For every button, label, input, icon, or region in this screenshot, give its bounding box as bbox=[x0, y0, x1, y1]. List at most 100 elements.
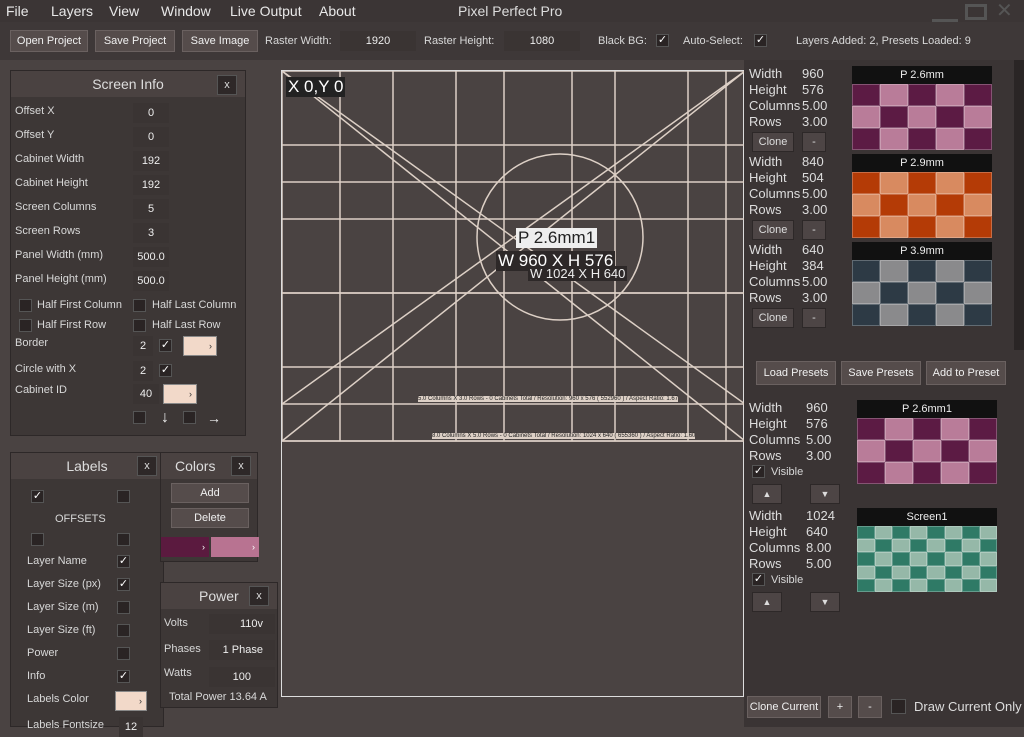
thumb-cell bbox=[880, 304, 908, 326]
menu-window[interactable]: Window bbox=[161, 3, 211, 19]
preset-height-value: 576 bbox=[802, 82, 824, 97]
minimize-icon[interactable] bbox=[932, 4, 958, 22]
layer-thumbnail[interactable]: P 2.6mm1 bbox=[857, 400, 997, 484]
label-option-checkbox[interactable] bbox=[117, 647, 130, 660]
menu-view[interactable]: View bbox=[109, 3, 139, 19]
menu-file[interactable]: File bbox=[6, 3, 29, 19]
preset-thumbnail[interactable]: P 3.9mm bbox=[852, 242, 992, 326]
border-color-swatch[interactable]: › bbox=[183, 336, 217, 356]
layer-up-button[interactable]: ▲ bbox=[752, 484, 782, 504]
preset-clone-button[interactable]: Clone bbox=[752, 308, 794, 328]
power-close-button[interactable]: x bbox=[249, 586, 269, 606]
auto-select-checkbox[interactable]: ✓ bbox=[754, 34, 767, 47]
field-input[interactable]: 0 bbox=[133, 127, 169, 147]
half-first-row-checkbox[interactable] bbox=[19, 319, 32, 332]
offset-bottom-right-checkbox[interactable] bbox=[117, 533, 130, 546]
layer-down-button[interactable]: ▼ bbox=[810, 484, 840, 504]
half-last-row-checkbox[interactable] bbox=[133, 319, 146, 332]
label-option-checkbox[interactable]: ✓ bbox=[117, 555, 130, 568]
label-option-checkbox[interactable] bbox=[117, 624, 130, 637]
layer-height-value: 576 bbox=[806, 416, 828, 431]
half-first-column-checkbox[interactable] bbox=[19, 299, 32, 312]
volts-select[interactable]: 110v bbox=[209, 614, 275, 634]
arrow-right-checkbox[interactable] bbox=[183, 411, 196, 424]
field-input[interactable]: 192 bbox=[133, 175, 169, 195]
colors-panel: Colors x Add Delete › › bbox=[160, 452, 259, 562]
color-swatch-2[interactable]: › bbox=[211, 537, 259, 557]
preset-rows-value: 3.00 bbox=[802, 290, 828, 305]
thumb-cell bbox=[944, 565, 962, 579]
raster-width-input[interactable]: 1920 bbox=[340, 31, 416, 51]
thumb-cell bbox=[880, 128, 908, 150]
label-option-checkbox[interactable] bbox=[117, 601, 130, 614]
layer-up-button[interactable]: ▲ bbox=[752, 592, 782, 612]
preset-clone-button[interactable]: Clone bbox=[752, 220, 794, 240]
layer-visible-checkbox[interactable]: ✓ bbox=[752, 573, 765, 586]
field-input[interactable]: 500.0 bbox=[133, 271, 169, 291]
preset-remove-button[interactable]: - bbox=[802, 132, 826, 152]
offset-right-checkbox[interactable] bbox=[117, 490, 130, 503]
canvas[interactable]: X 0,Y 0 P 2.6mm1 W 960 X H 576 W 1024 X … bbox=[281, 70, 745, 697]
layer-visible-checkbox[interactable]: ✓ bbox=[752, 465, 765, 478]
save-presets-button[interactable]: Save Presets bbox=[841, 361, 921, 385]
thumb-cell bbox=[936, 172, 964, 194]
labels-close-button[interactable]: x bbox=[137, 456, 157, 476]
field-input[interactable]: 0 bbox=[133, 103, 169, 123]
menu-about[interactable]: About bbox=[319, 3, 356, 19]
labels-color-swatch[interactable]: › bbox=[115, 691, 147, 711]
preset-remove-button[interactable]: - bbox=[802, 308, 826, 328]
open-project-button[interactable]: Open Project bbox=[10, 30, 88, 52]
presets-scrollbar[interactable] bbox=[1014, 60, 1024, 350]
preset-thumbnail[interactable]: P 2.6mm bbox=[852, 66, 992, 150]
clone-current-button[interactable]: Clone Current bbox=[747, 696, 821, 718]
field-input[interactable]: 3 bbox=[133, 223, 169, 243]
layer-rows-value: 3.00 bbox=[806, 448, 832, 463]
menu-live-output[interactable]: Live Output bbox=[230, 3, 302, 19]
black-bg-checkbox[interactable]: ✓ bbox=[656, 34, 669, 47]
thumb-cell bbox=[857, 578, 875, 592]
save-project-button[interactable]: Save Project bbox=[95, 30, 175, 52]
thumb-cell bbox=[909, 565, 927, 579]
load-presets-button[interactable]: Load Presets bbox=[756, 361, 836, 385]
layer-down-button[interactable]: ▼ bbox=[810, 592, 840, 612]
menu-layers[interactable]: Layers bbox=[51, 3, 93, 19]
arrow-down-checkbox[interactable] bbox=[133, 411, 146, 424]
remove-layer-button[interactable]: - bbox=[858, 696, 882, 718]
watts-input[interactable]: 100 bbox=[209, 667, 275, 687]
circle-input[interactable]: 2 bbox=[133, 361, 153, 381]
raster-height-input[interactable]: 1080 bbox=[504, 31, 580, 51]
label-option-checkbox[interactable]: ✓ bbox=[117, 578, 130, 591]
border-input[interactable]: 2 bbox=[133, 336, 153, 356]
preset-thumbnail[interactable]: P 2.9mm bbox=[852, 154, 992, 238]
field-input[interactable]: 500.0 bbox=[133, 247, 169, 267]
save-image-button[interactable]: Save Image bbox=[182, 30, 258, 52]
add-layer-button[interactable]: + bbox=[828, 696, 852, 718]
delete-color-button[interactable]: Delete bbox=[171, 508, 249, 528]
phases-select[interactable]: 1 Phase bbox=[209, 640, 275, 660]
color-swatch-1[interactable]: › bbox=[161, 537, 209, 557]
offset-left-checkbox[interactable]: ✓ bbox=[31, 490, 44, 503]
colors-close-button[interactable]: x bbox=[231, 456, 251, 476]
labels-fontsize-input[interactable]: 12 bbox=[119, 717, 143, 737]
label-option-checkbox[interactable]: ✓ bbox=[117, 670, 130, 683]
border-checkbox[interactable]: ✓ bbox=[159, 339, 172, 352]
maximize-icon[interactable] bbox=[965, 4, 987, 20]
draw-current-only-checkbox[interactable] bbox=[891, 699, 906, 714]
preset-clone-button[interactable]: Clone bbox=[752, 132, 794, 152]
cabinet-id-color-swatch[interactable]: › bbox=[163, 384, 197, 404]
thumb-cell bbox=[874, 552, 892, 566]
cabinet-id-input[interactable]: 40 bbox=[133, 384, 159, 404]
screen-info-close-button[interactable]: x bbox=[217, 75, 237, 95]
thumb-cell bbox=[852, 282, 880, 304]
layer-thumbnail[interactable]: Screen1 bbox=[857, 508, 997, 592]
preset-remove-button[interactable]: - bbox=[802, 220, 826, 240]
close-window-icon[interactable]: ✕ bbox=[996, 1, 1013, 21]
field-input[interactable]: 192 bbox=[133, 151, 169, 171]
field-input[interactable]: 5 bbox=[133, 199, 169, 219]
add-to-preset-button[interactable]: Add to Preset bbox=[926, 361, 1006, 385]
add-color-button[interactable]: Add bbox=[171, 483, 249, 503]
circle-checkbox[interactable]: ✓ bbox=[159, 364, 172, 377]
half-last-column-checkbox[interactable] bbox=[133, 299, 146, 312]
thumb-cell bbox=[909, 526, 927, 540]
offset-bottom-left-checkbox[interactable] bbox=[31, 533, 44, 546]
